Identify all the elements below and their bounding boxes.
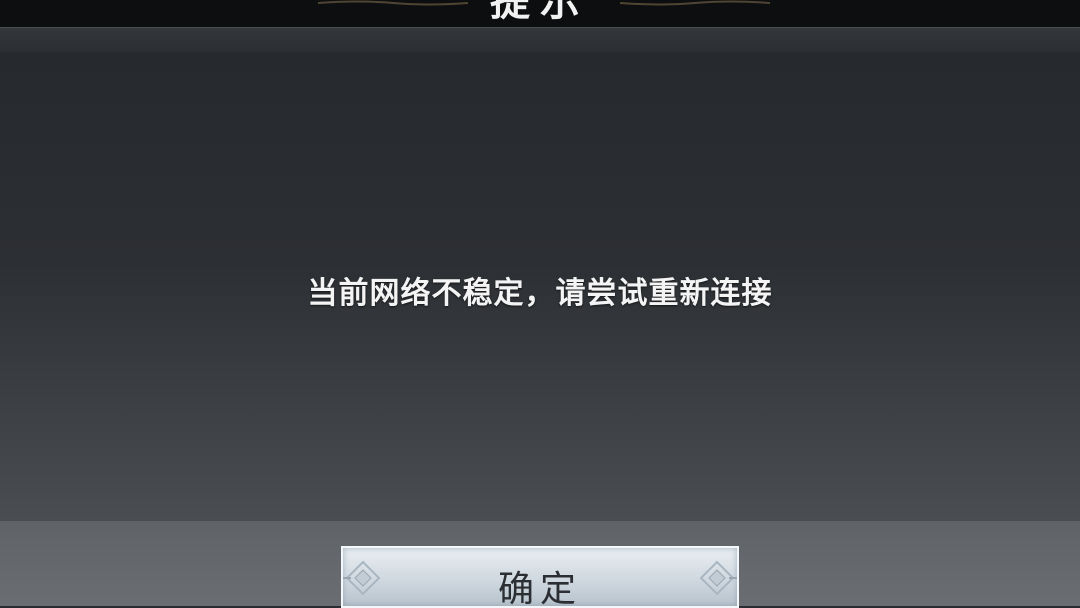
title-right-ornament-icon	[620, 0, 770, 6]
confirm-button[interactable]: 确定	[341, 546, 739, 608]
network-warning-message: 当前网络不稳定，请尝试重新连接	[307, 276, 773, 311]
confirm-button-label: 确定	[497, 569, 582, 608]
button-right-diamond-icon	[699, 560, 737, 596]
dialog-header-strip	[0, 28, 1080, 52]
dialog-title: 提示	[490, 0, 590, 25]
dialog-title-bar: 提示	[0, 0, 1080, 28]
